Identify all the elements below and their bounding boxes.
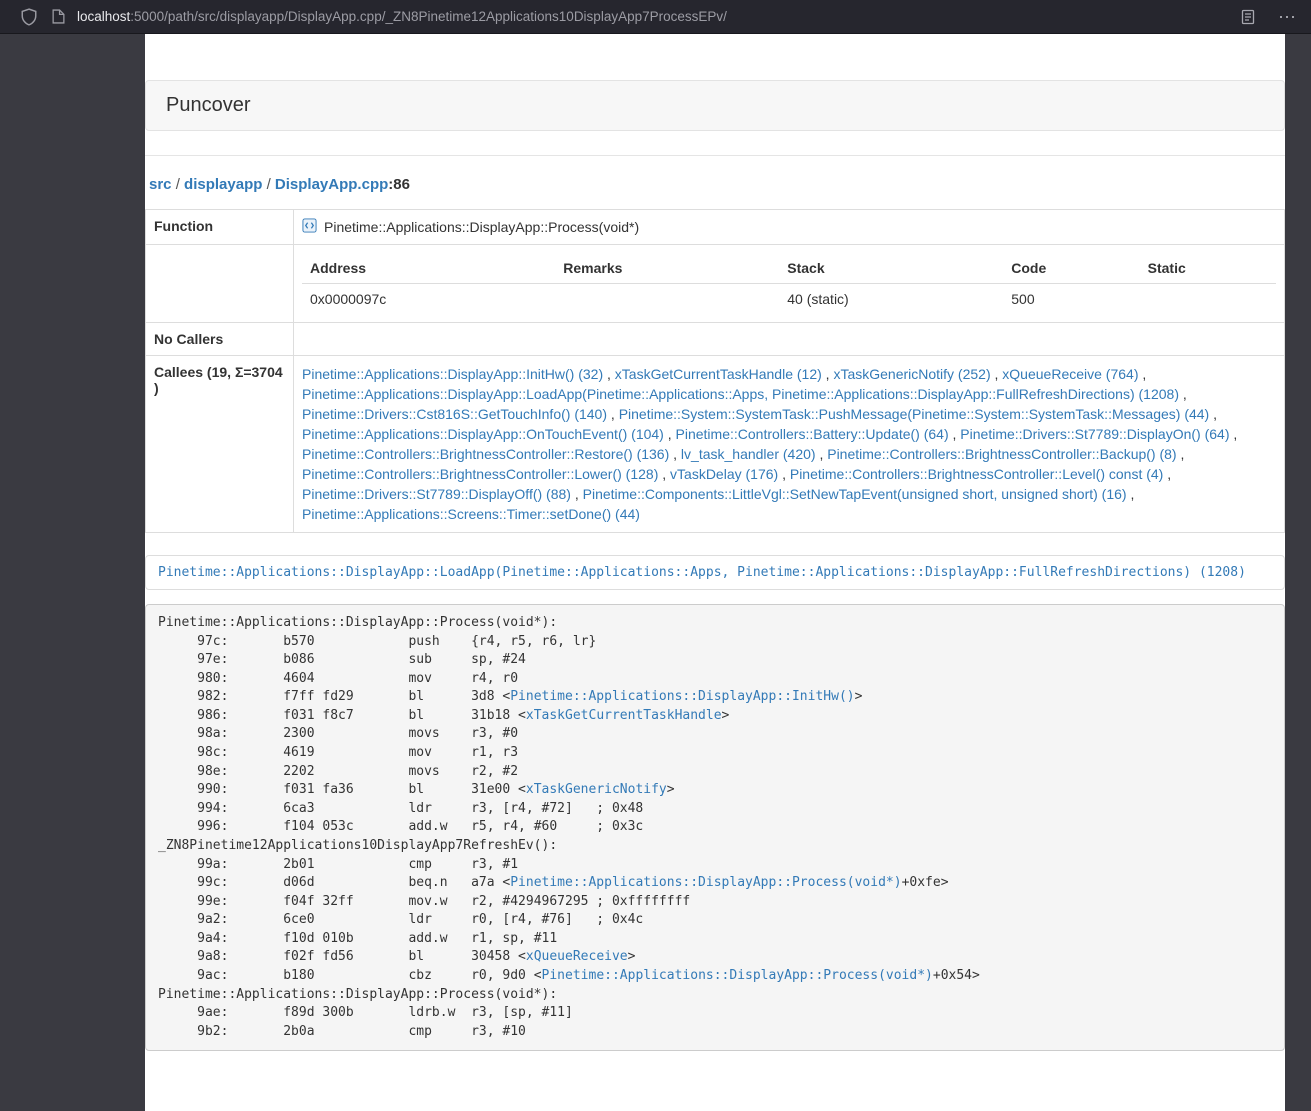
page-title-panel: Puncover bbox=[145, 80, 1285, 131]
callee-separator: , bbox=[816, 446, 828, 462]
callee-link[interactable]: Pinetime::System::SystemTask::PushMessag… bbox=[619, 406, 1210, 422]
callee-link[interactable]: Pinetime::Applications::DisplayApp::Init… bbox=[302, 366, 603, 382]
url-host: localhost bbox=[77, 9, 130, 24]
stats-header-cell: Address bbox=[302, 253, 555, 284]
overflow-menu-icon[interactable]: ⋯ bbox=[1278, 8, 1297, 26]
breadcrumb-link[interactable]: src bbox=[149, 176, 172, 193]
function-row-label: Function bbox=[146, 210, 294, 245]
reader-mode-icon[interactable] bbox=[1240, 9, 1256, 25]
function-row: Function Pinetime::Applications::Display… bbox=[146, 210, 1285, 245]
symbol-link[interactable]: xQueueReceive bbox=[526, 949, 628, 964]
stats-table: AddressRemarksStackCodeStatic 0x0000097c… bbox=[302, 253, 1276, 314]
browser-topbar: localhost:5000/path/src/displayapp/Displ… bbox=[0, 0, 1311, 34]
stats-value-cell: 500 bbox=[1003, 284, 1139, 315]
no-callers-label: No Callers bbox=[146, 323, 294, 356]
function-name: Pinetime::Applications::DisplayApp::Proc… bbox=[324, 219, 639, 235]
symbol-icon bbox=[302, 218, 317, 236]
callee-link[interactable]: Pinetime::Controllers::BrightnessControl… bbox=[302, 446, 669, 462]
callee-separator: , bbox=[603, 366, 615, 382]
callees-label: Callees (19, Σ=3704 ) bbox=[146, 356, 294, 533]
breadcrumb-separator: / bbox=[172, 176, 185, 193]
symbol-link[interactable]: Pinetime::Applications::DisplayApp::Init… bbox=[510, 689, 854, 704]
disassembly-code: Pinetime::Applications::DisplayApp::Proc… bbox=[145, 604, 1285, 1051]
callers-empty-cell bbox=[294, 323, 1285, 356]
callee-link[interactable]: Pinetime::Controllers::BrightnessControl… bbox=[790, 466, 1163, 482]
symbol-link[interactable]: Pinetime::Applications::DisplayApp::Proc… bbox=[542, 968, 933, 983]
callee-link[interactable]: Pinetime::Applications::Screens::Timer::… bbox=[302, 506, 640, 522]
callee-separator: , bbox=[778, 466, 790, 482]
callee-link[interactable]: xQueueReceive (764) bbox=[1002, 366, 1138, 382]
url-bar[interactable]: localhost:5000/path/src/displayapp/Displ… bbox=[52, 9, 1240, 24]
stats-header-cell: Code bbox=[1003, 253, 1139, 284]
function-table: Function Pinetime::Applications::Display… bbox=[145, 209, 1285, 533]
breadcrumb: src / displayapp / DisplayApp.cpp:86 bbox=[149, 176, 1285, 193]
stats-data-row: 0x0000097c 40 (static)500 bbox=[302, 284, 1276, 315]
callers-row: No Callers bbox=[146, 323, 1285, 356]
callee-separator: , bbox=[1163, 466, 1171, 482]
shield-icon[interactable] bbox=[20, 8, 38, 26]
stats-row: AddressRemarksStackCodeStatic 0x0000097c… bbox=[146, 245, 1285, 323]
stats-value-cell bbox=[555, 284, 779, 315]
callee-separator: , bbox=[1209, 406, 1217, 422]
callee-separator: , bbox=[822, 366, 834, 382]
callee-separator: , bbox=[991, 366, 1003, 382]
callee-separator: , bbox=[1177, 446, 1185, 462]
stats-header-row: AddressRemarksStackCodeStatic bbox=[302, 253, 1276, 284]
stats-header-cell: Static bbox=[1140, 253, 1276, 284]
stats-row-label bbox=[146, 245, 294, 323]
callee-separator: , bbox=[949, 426, 961, 442]
callee-separator: , bbox=[1138, 366, 1146, 382]
stats-header-cell: Remarks bbox=[555, 253, 779, 284]
callee-link[interactable]: Pinetime::Applications::DisplayApp::Load… bbox=[302, 386, 1179, 402]
callee-link[interactable]: Pinetime::Controllers::BrightnessControl… bbox=[827, 446, 1176, 462]
stats-value-cell: 0x0000097c bbox=[302, 284, 555, 315]
divider bbox=[145, 155, 1285, 156]
callee-link[interactable]: xTaskGenericNotify (252) bbox=[833, 366, 990, 382]
callees-row: Callees (19, Σ=3704 ) Pinetime::Applicat… bbox=[146, 356, 1285, 533]
callee-link[interactable]: Pinetime::Components::LittleVgl::SetNewT… bbox=[583, 486, 1127, 502]
callee-link[interactable]: xTaskGetCurrentTaskHandle (12) bbox=[615, 366, 822, 382]
callee-link[interactable]: Pinetime::Controllers::Battery::Update()… bbox=[676, 426, 949, 442]
callees-list: Pinetime::Applications::DisplayApp::Init… bbox=[294, 356, 1285, 533]
breadcrumb-line-suffix: :86 bbox=[388, 176, 410, 193]
callee-link[interactable]: Pinetime::Drivers::St7789::DisplayOn() (… bbox=[960, 426, 1229, 442]
callee-link[interactable]: Pinetime::Drivers::St7789::DisplayOff() … bbox=[302, 486, 571, 502]
url-text: localhost:5000/path/src/displayapp/Displ… bbox=[77, 9, 727, 24]
breadcrumb-link[interactable]: DisplayApp.cpp bbox=[275, 176, 388, 193]
page-title: Puncover bbox=[166, 94, 1264, 117]
callee-separator: , bbox=[571, 486, 583, 502]
stats-value-cell bbox=[1140, 284, 1276, 315]
stats-value-cell: 40 (static) bbox=[779, 284, 1003, 315]
url-path: :5000/path/src/displayapp/DisplayApp.cpp… bbox=[130, 9, 727, 24]
content-container: Puncover src / displayapp / DisplayApp.c… bbox=[145, 34, 1285, 1111]
highlight-link[interactable]: Pinetime::Applications::DisplayApp::Load… bbox=[158, 565, 1246, 580]
breadcrumb-link[interactable]: displayapp bbox=[184, 176, 262, 193]
callee-link[interactable]: Pinetime::Applications::DisplayApp::OnTo… bbox=[302, 426, 664, 442]
page-icon[interactable] bbox=[52, 9, 65, 24]
callee-separator: , bbox=[1230, 426, 1238, 442]
breadcrumb-separator: / bbox=[262, 176, 275, 193]
callee-link[interactable]: vTaskDelay (176) bbox=[670, 466, 778, 482]
callee-separator: , bbox=[658, 466, 670, 482]
symbol-link[interactable]: xTaskGetCurrentTaskHandle bbox=[526, 708, 722, 723]
callee-separator: , bbox=[1127, 486, 1135, 502]
symbol-link[interactable]: xTaskGenericNotify bbox=[526, 782, 667, 797]
callee-separator: , bbox=[607, 406, 619, 422]
callee-separator: , bbox=[664, 426, 676, 442]
stats-header-cell: Stack bbox=[779, 253, 1003, 284]
symbol-link[interactable]: Pinetime::Applications::DisplayApp::Proc… bbox=[510, 875, 901, 890]
callee-link[interactable]: lv_task_handler (420) bbox=[681, 446, 816, 462]
callee-link[interactable]: Pinetime::Controllers::BrightnessControl… bbox=[302, 466, 658, 482]
callee-separator: , bbox=[1179, 386, 1187, 402]
callee-link[interactable]: Pinetime::Drivers::Cst816S::GetTouchInfo… bbox=[302, 406, 607, 422]
highlight-panel: Pinetime::Applications::DisplayApp::Load… bbox=[145, 555, 1285, 590]
callee-separator: , bbox=[669, 446, 681, 462]
